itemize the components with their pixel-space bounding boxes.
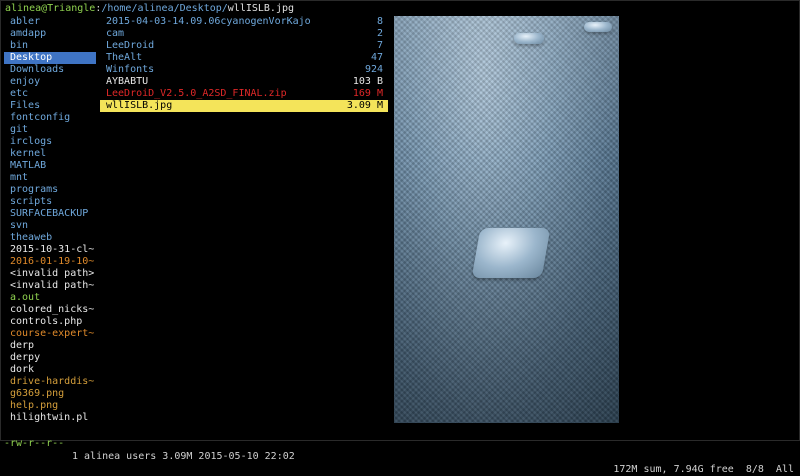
parent-list-item[interactable]: MATLAB [4, 160, 96, 172]
parent-list-item[interactable]: fontconfig [4, 112, 96, 124]
file-size: 2 [376, 28, 383, 39]
parent-list-item[interactable]: 2016-01-19-10~ [4, 256, 96, 268]
file-size: 169 M [352, 88, 383, 99]
parent-list-item[interactable]: amdapp [4, 28, 96, 40]
water-drop-large [471, 228, 551, 278]
water-drop-small-2 [584, 22, 612, 32]
file-name: cam [106, 28, 125, 39]
file-info: 1 alinea users 3.09M 2015-05-10 22:02 [72, 451, 295, 462]
file-name: AYBABTU [106, 76, 149, 87]
file-name: wllISLB.jpg [106, 100, 173, 111]
parent-list-item[interactable]: dork [4, 364, 96, 376]
file-name: 2015-04-03-14.09.06cyanogenVorKajo [106, 16, 311, 27]
parent-list-item[interactable]: derpy [4, 352, 96, 364]
file-list-item[interactable]: wllISLB.jpg 3.09 M [100, 100, 388, 112]
water-drop-small-1 [514, 33, 544, 44]
file-name: Winfonts [106, 64, 155, 75]
file-permissions: -rw-r--r-- [4, 438, 65, 449]
parent-list-item[interactable]: 2015-10-31-cl~ [4, 244, 96, 256]
file-size: 3.09 M [346, 100, 383, 111]
file-size: 7 [376, 40, 383, 51]
user-host: alinea@Triangle [5, 3, 96, 14]
parent-list-item[interactable]: kernel [4, 148, 96, 160]
file-list-item[interactable]: LeeDroiD_V2.5.0_A2SD_FINAL.zip 169 M [100, 88, 388, 100]
parent-list-item[interactable]: scripts [4, 196, 96, 208]
file-name: LeeDroid [106, 40, 155, 51]
parent-list-item[interactable]: <invalid path~ [4, 280, 96, 292]
parent-list-item[interactable]: etc [4, 88, 96, 100]
file-list-item[interactable]: LeeDroid 7 [100, 40, 388, 52]
file-list-item[interactable]: cam 2 [100, 28, 388, 40]
parent-list-item[interactable]: help.png [4, 400, 96, 412]
parent-list-item[interactable]: Downloads [4, 64, 96, 76]
file-list-item[interactable]: Winfonts 924 [100, 64, 388, 76]
status-bar: -rw-r--r-- 1 alinea users 3.09M 2015-05-… [0, 424, 800, 475]
parent-list-item[interactable]: bin [4, 40, 96, 52]
disk-summary: 172M sum, 7.94G free 8/8 All [613, 464, 794, 475]
current-path: /home/alinea/Desktop/ [101, 3, 228, 14]
file-name: LeeDroiD_V2.5.0_A2SD_FINAL.zip [106, 88, 287, 99]
parent-list-item[interactable]: <invalid path> [4, 268, 96, 280]
parent-list-item[interactable]: programs [4, 184, 96, 196]
parent-list-item[interactable]: svn [4, 220, 96, 232]
current-directory-column: 2015-04-03-14.09.06cyanogenVorKajo 8 cam 2 L… [100, 16, 388, 112]
current-file: wllISLB.jpg [227, 3, 295, 14]
parent-list-item[interactable]: colored_nicks~ [4, 304, 96, 316]
preview-shading [394, 16, 619, 423]
parent-list-item[interactable]: irclogs [4, 136, 96, 148]
parent-list-item[interactable]: SURFACEBACKUP [4, 208, 96, 220]
parent-list-item[interactable]: enjoy [4, 76, 96, 88]
parent-list-item[interactable]: Desktop [4, 52, 96, 64]
file-size: 8 [376, 16, 383, 27]
parent-list-item[interactable]: Files [4, 100, 96, 112]
file-list-item[interactable]: TheAlt 47 [100, 52, 388, 64]
path-title: alinea@Triangle:/home/alinea/Desktop/wll… [5, 3, 294, 15]
parent-list-item[interactable]: derp [4, 340, 96, 352]
parent-list-item[interactable]: course-expert~ [4, 328, 96, 340]
file-list-item[interactable]: 2015-04-03-14.09.06cyanogenVorKajo 8 [100, 16, 388, 28]
image-preview [394, 16, 619, 423]
parent-directory-column: abler amdapp bin Desktop Downloads enjoy etc Fi… [4, 16, 96, 424]
file-list-item[interactable]: AYBABTU 103 B [100, 76, 388, 88]
parent-list-item[interactable]: hilightwin.pl [4, 412, 96, 424]
parent-list-item[interactable]: drive-harddis~ [4, 376, 96, 388]
parent-list-item[interactable]: a.out [4, 292, 96, 304]
parent-list-item[interactable]: theaweb [4, 232, 96, 244]
parent-list-item[interactable]: abler [4, 16, 96, 28]
file-size: 103 B [352, 76, 383, 87]
parent-list-item[interactable]: mnt [4, 172, 96, 184]
parent-list-item[interactable]: controls.php [4, 316, 96, 328]
parent-list-item[interactable]: g6369.png [4, 388, 96, 400]
file-size: 47 [370, 52, 383, 63]
parent-list-item[interactable]: git [4, 124, 96, 136]
file-size: 924 [364, 64, 383, 75]
file-name: TheAlt [106, 52, 143, 63]
